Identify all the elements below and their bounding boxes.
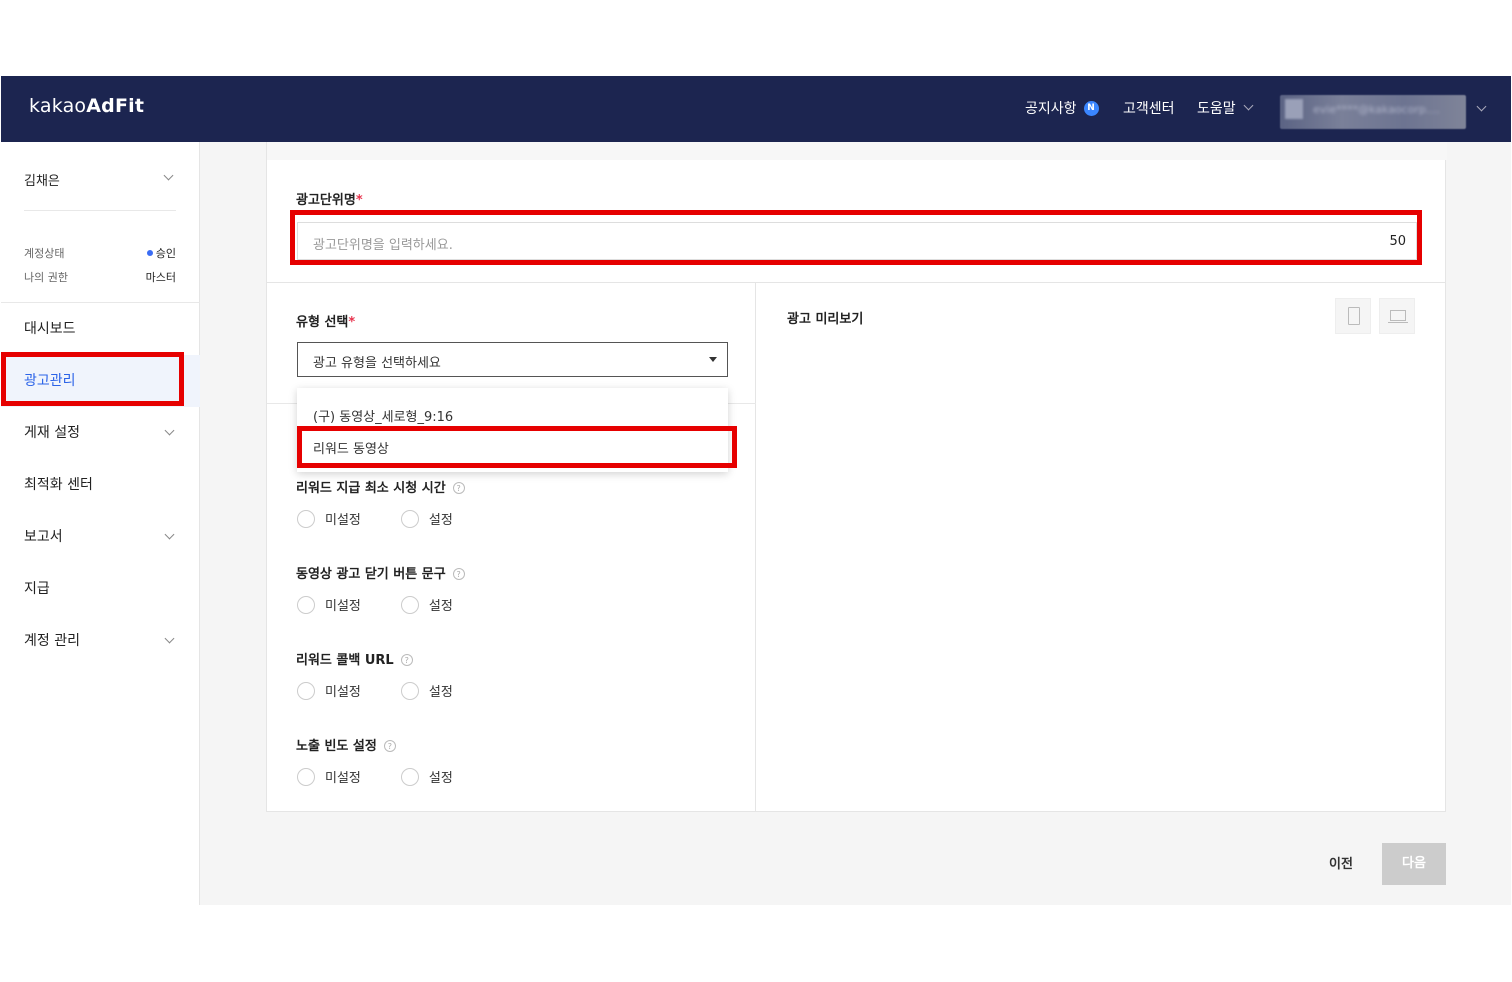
notice-label: 공지사항 [1025,101,1077,117]
notice-link[interactable]: 공지사항 N [1025,98,1099,118]
radio-unset[interactable] [297,681,315,700]
option-reward-video[interactable]: 리워드 동영상 [313,438,389,457]
sidebar-item-payment[interactable]: 지급 [1,563,200,615]
ad-preview-title: 광고 미리보기 [787,312,864,327]
laptop-icon [1390,310,1406,321]
sidebar-item-reports[interactable]: 보고서 [1,511,200,563]
chevron-down-icon [164,425,175,436]
frequency-cap-label: 노출 빈도 설정? [296,735,396,754]
mobile-preview-button[interactable] [1335,298,1371,334]
sidebar: 김채은 계정상태 승인 나의 권한 마스터 대시보드 광고관리 게재 설정 최적… [1,142,200,905]
sidebar-item-optimization-center[interactable]: 최적화 센터 [1,459,200,511]
chevron-down-icon [164,529,175,540]
chevron-down-icon [164,633,175,644]
radio-unset[interactable] [297,509,315,528]
option-legacy-vertical-video[interactable]: (구) 동영상_세로형_9:16 [313,406,453,425]
sidebar-item-account-management[interactable]: 계정 관리 [1,615,200,667]
permission-value: 마스터 [145,271,176,284]
radio-set[interactable] [400,595,419,614]
ad-preview-card [756,282,1446,812]
close-button-text-radios: 미설정 설정 [297,595,453,614]
help-icon[interactable]: ? [452,482,465,494]
reward-min-watch-time-label: 리워드 지급 최소 시청 시간? [296,477,465,496]
radio-set[interactable] [400,767,419,786]
type-select-label: 유형 선택* [296,315,356,330]
sidebar-item-placement-settings[interactable]: 게재 설정 [1,407,200,459]
user-name[interactable]: 김채은 [24,170,60,189]
support-link[interactable]: 고객센터 [1123,98,1175,118]
dropdown-arrow-icon [709,357,717,362]
help-label: 도움말 [1197,101,1236,117]
radio-unset[interactable] [297,767,315,786]
chevron-down-icon [1243,100,1254,111]
next-button[interactable]: 다음 [1382,843,1446,885]
ad-type-select-value: 광고 유형을 선택하세요 [313,356,441,371]
radio-unset[interactable] [297,595,315,614]
radio-set[interactable] [400,681,419,700]
sidebar-item-dashboard[interactable]: 대시보드 [1,303,200,355]
reward-callback-url-radios: 미설정 설정 [297,681,453,700]
chevron-down-icon[interactable] [1476,101,1487,112]
reward-min-watch-time-radios: 미설정 설정 [297,509,453,528]
close-button-text-label: 동영상 광고 닫기 버튼 문구? [296,563,465,582]
ad-unit-name-card [266,142,1447,283]
top-header: kakaoAdFit 공지사항 N 고객센터 도움말 evie****@kaka… [1,76,1511,142]
ad-unit-name-label: 광고단위명* [296,193,363,208]
app-window: kakaoAdFit 공지사항 N 고객센터 도움말 evie****@kaka… [1,76,1511,905]
ad-type-select[interactable]: 광고 유형을 선택하세요 [297,342,728,377]
character-counter: 50 [1389,234,1406,249]
divider [24,210,176,211]
new-badge: N [1083,100,1099,116]
help-icon[interactable]: ? [452,568,465,580]
help-icon[interactable]: ? [400,654,413,666]
mobile-phone-icon [1348,307,1360,325]
ad-unit-name-input[interactable]: 광고단위명을 입력하세요. 50 [297,222,1417,260]
permission-label: 나의 권한 [24,271,68,284]
avatar [1285,99,1303,119]
ad-unit-name-placeholder: 광고단위명을 입력하세요. [313,238,453,253]
kakao-adfit-logo[interactable]: kakaoAdFit [29,95,144,117]
status-dot-icon [146,250,153,256]
account-status-value: 승인 [146,245,176,261]
chevron-down-icon[interactable] [163,170,174,181]
account-status-label: 계정상태 [24,247,65,260]
desktop-preview-button[interactable] [1379,298,1415,334]
help-menu[interactable]: 도움말 [1197,98,1254,118]
radio-set[interactable] [400,509,419,528]
reward-callback-url-label: 리워드 콜백 URL? [296,649,413,668]
frequency-cap-radios: 미설정 설정 [297,767,453,786]
sidebar-item-ad-management[interactable]: 광고관리 [1,355,200,407]
support-label: 고객센터 [1123,101,1175,117]
help-icon[interactable]: ? [383,740,396,752]
prev-button[interactable]: 이전 [1316,853,1366,875]
ad-type-dropdown-list: (구) 동영상_세로형_9:16 리워드 동영상 [297,388,728,472]
account-email-blurred: evie****@kakaocorp.... [1313,103,1440,116]
